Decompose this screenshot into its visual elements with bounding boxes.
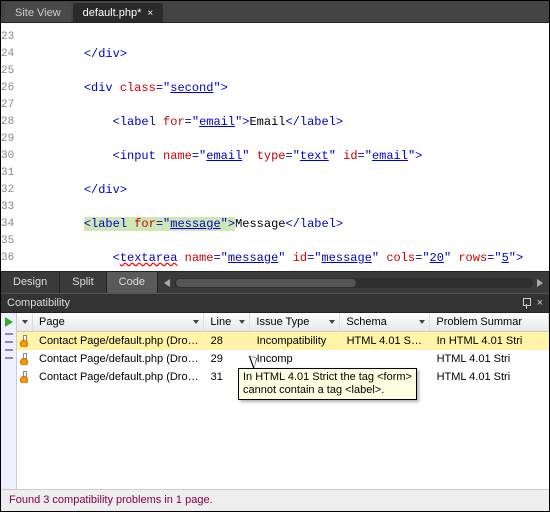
compatibility-panel-header[interactable]: Compatibility × [1,293,549,313]
cell-problem: HTML 4.01 Stri [431,371,549,383]
line-gutter: 23 24 25 26 27 28 29 30 31 32 33 34 35 3… [1,23,22,271]
cell-problem: HTML 4.01 Stri [431,353,549,365]
cell-page: Contact Page/default.php (Drop u… [33,371,205,383]
scroll-left-icon[interactable] [164,279,170,287]
line-number: 27 [1,97,14,114]
cell-line: 28 [205,335,251,347]
tooltip: In HTML 4.01 Strict the tag <form> canno… [238,368,417,400]
view-mode-bar: Design Split Code [1,271,549,293]
tab-label: Site View [15,7,61,19]
col-problem[interactable]: Problem Summar [430,313,549,331]
line-number: 34 [1,216,14,233]
cell-issue: Incomp [251,353,341,365]
code-body[interactable]: </div> <div class="second"> <label for="… [22,23,549,271]
close-panel-icon[interactable]: × [537,297,543,309]
line-number: 35 [1,233,14,250]
chevron-down-icon [239,320,245,324]
toolbar-icon[interactable] [5,349,13,351]
line-number: 28 [1,114,14,131]
tooltip-line: In HTML 4.01 Strict the tag <form> [243,371,412,384]
chevron-down-icon [329,320,335,324]
tab-site-view[interactable]: Site View [5,3,71,22]
cell-page: Contact Page/default.php (Drop u… [33,353,205,365]
document-tabs: Site View default.php* × [1,1,549,23]
line-number: 23 [1,29,14,46]
tab-label: default.php* [83,7,142,19]
page-warning-icon [23,335,27,347]
scroll-thumb[interactable] [176,279,356,287]
view-code-button[interactable]: Code [107,272,158,293]
page-warning-icon [23,371,27,383]
issue-row[interactable]: Contact Page/default.php (Drop u… 29 Inc… [17,350,549,368]
cell-line: 29 [205,353,251,365]
tooltip-line: cannot contain a tag <label>. [243,384,412,397]
code-editor[interactable]: 23 24 25 26 27 28 29 30 31 32 33 34 35 3… [1,23,549,271]
tab-editor[interactable]: default.php* × [73,3,164,22]
compatibility-panel: Page Line Issue Type Schema Problem Summ… [1,313,549,489]
close-icon[interactable]: × [147,8,153,19]
page-warning-icon [23,353,27,365]
toolbar-icon[interactable] [5,341,13,343]
view-split-button[interactable]: Split [60,272,106,293]
cell-problem: In HTML 4.01 Stri [431,335,549,347]
line-number: 31 [1,165,14,182]
cell-issue: Incompatibility [251,335,341,347]
panel-title: Compatibility [7,297,70,309]
col-issue[interactable]: Issue Type [250,313,340,331]
issue-row[interactable]: Contact Page/default.php (Drop u… 28 Inc… [17,332,549,350]
col-page[interactable]: Page [33,313,204,331]
cell-schema: HTML 4.01 Strict [341,335,431,347]
scroll-track[interactable] [174,278,533,288]
col-line[interactable]: Line [204,313,250,331]
status-text: Found 3 compatibility problems in 1 page… [9,494,213,506]
panel-toolbar [1,313,17,489]
scroll-right-icon[interactable] [537,279,543,287]
chevron-down-icon [419,320,425,324]
toolbar-icon[interactable] [5,333,13,335]
line-number: 36 [1,250,14,267]
chevron-down-icon [193,320,199,324]
pin-icon[interactable] [521,298,531,308]
line-number: 30 [1,148,14,165]
view-design-button[interactable]: Design [1,272,60,293]
toolbar-icon[interactable] [5,357,13,359]
col-flag[interactable] [17,313,33,331]
line-number: 24 [1,46,14,63]
line-number: 32 [1,182,14,199]
col-schema[interactable]: Schema [340,313,430,331]
line-number: 33 [1,199,14,216]
run-check-icon[interactable] [5,317,13,327]
line-number: 29 [1,131,14,148]
line-number: 26 [1,80,14,97]
cell-page: Contact Page/default.php (Drop u… [33,335,205,347]
chevron-down-icon [22,320,28,324]
status-bar: Found 3 compatibility problems in 1 page… [1,489,549,511]
horizontal-scrollbar[interactable] [158,272,549,293]
column-headers: Page Line Issue Type Schema Problem Summ… [17,313,549,332]
line-number: 25 [1,63,14,80]
